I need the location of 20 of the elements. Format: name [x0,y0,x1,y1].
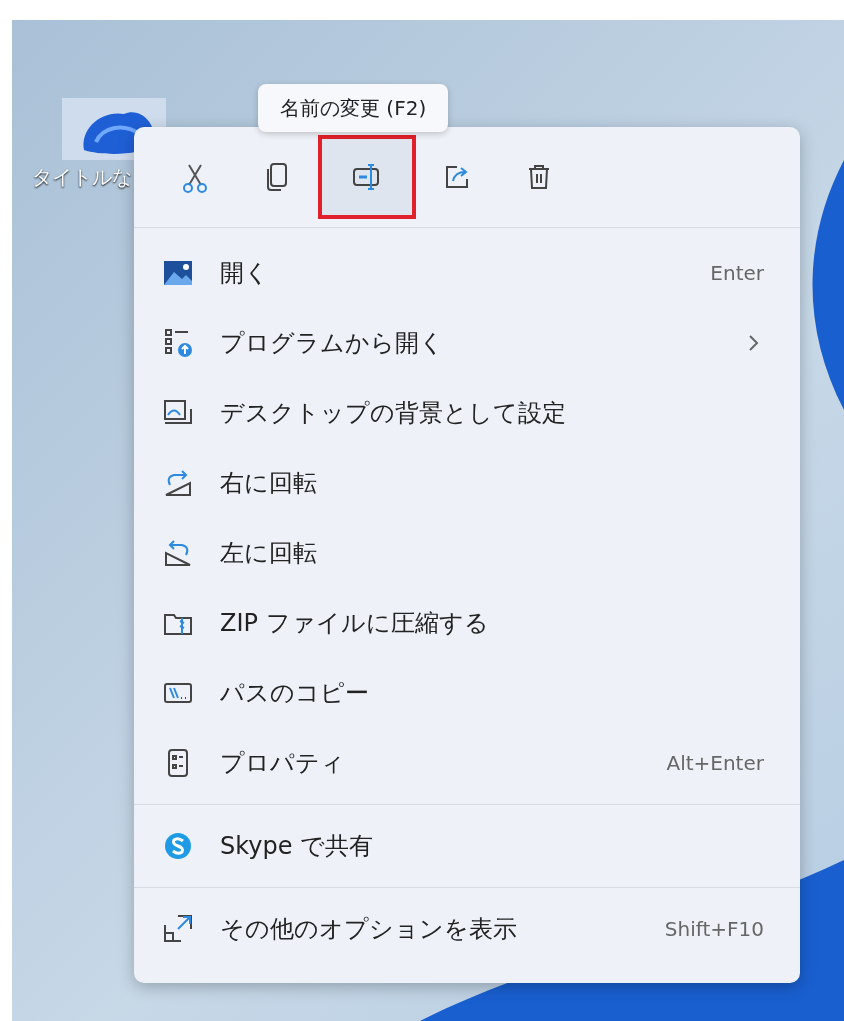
menu-item[interactable]: Skype で共有 [134,811,800,881]
menu-item[interactable]: その他のオプションを表示 Shift+F10 [134,894,800,964]
menu-item[interactable]: 左に回転 [134,518,800,588]
shortcut-label: Enter [710,260,764,287]
menu-item[interactable]: 開く Enter [134,238,800,308]
menu-item[interactable]: パスのコピー [134,658,800,728]
desktop-icon-label: タイトルな [32,164,132,191]
menu-item[interactable]: プロパティ Alt+Enter [134,728,800,798]
skype-icon [162,830,194,862]
menu-item[interactable]: デスクトップの背景として設定 [134,378,800,448]
shortcut-label: Alt+Enter [666,750,764,777]
chevron-right-icon [748,333,760,353]
shortcut-label: Shift+F10 [664,916,764,943]
menu-item[interactable]: プログラムから開く [134,308,800,378]
menu-item[interactable]: 右に回転 [134,448,800,518]
rename-button[interactable] [318,135,416,219]
tooltip: 名前の変更 (F2) [258,84,449,132]
expand-icon [162,913,194,945]
app-list-icon [162,327,194,359]
menu-item[interactable]: ZIP ファイルに圧縮する [134,588,800,658]
